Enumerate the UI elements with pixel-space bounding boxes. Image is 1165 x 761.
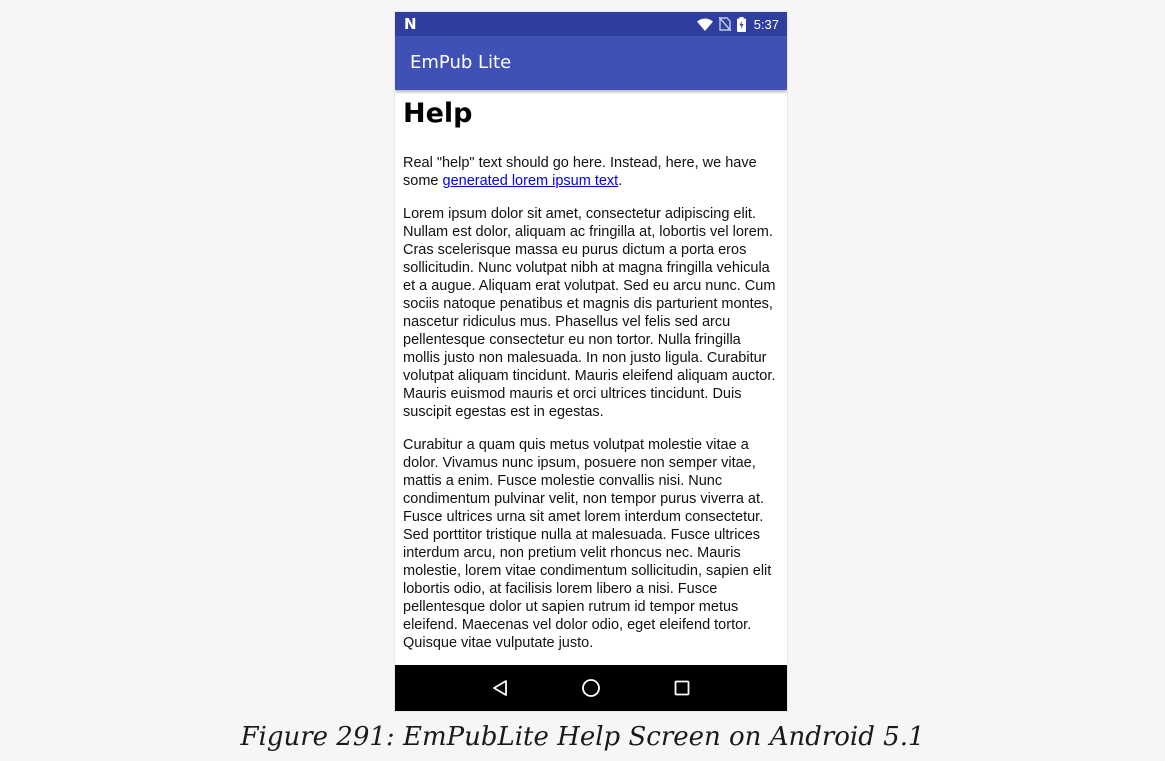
phone-screen: N 5:37 EmPub Lite Help Real "help" text … bbox=[395, 12, 787, 711]
wifi-icon bbox=[696, 18, 713, 31]
home-button[interactable] bbox=[571, 665, 611, 711]
help-content-inner: Help Real "help" text should go here. In… bbox=[395, 90, 787, 652]
status-time: 5:37 bbox=[753, 16, 779, 32]
battery-charging-icon bbox=[736, 16, 746, 32]
intro-paragraph: Real "help" text should go here. Instead… bbox=[403, 154, 779, 190]
intro-text-after-link: . bbox=[618, 173, 623, 189]
help-content[interactable]: Help Real "help" text should go here. In… bbox=[395, 90, 787, 665]
no-sim-icon bbox=[718, 17, 731, 31]
app-title: EmPub Lite bbox=[410, 52, 512, 73]
back-button[interactable] bbox=[480, 665, 520, 711]
lorem-paragraph-2: Curabitur a quam quis metus volutpat mol… bbox=[403, 437, 772, 651]
status-icons: 5:37 bbox=[696, 12, 779, 36]
figure-page: N 5:37 EmPub Lite Help Real "help" text … bbox=[0, 0, 1165, 761]
lorem-paragraph-1: Lorem ipsum dolor sit amet, consectetur … bbox=[403, 206, 776, 420]
lorem-ipsum-link[interactable]: generated lorem ipsum text bbox=[443, 173, 619, 189]
status-bar: N 5:37 bbox=[395, 12, 787, 36]
navigation-bar bbox=[395, 665, 787, 711]
help-heading: Help bbox=[403, 98, 473, 129]
recents-button[interactable] bbox=[662, 665, 702, 711]
app-bar: EmPub Lite bbox=[395, 36, 787, 90]
home-icon bbox=[582, 679, 600, 697]
recents-icon bbox=[674, 680, 690, 696]
notification-logo-icon: N bbox=[404, 15, 417, 33]
back-icon bbox=[493, 680, 508, 696]
figure-caption: Figure 291: EmPubLite Help Screen on And… bbox=[240, 722, 925, 752]
